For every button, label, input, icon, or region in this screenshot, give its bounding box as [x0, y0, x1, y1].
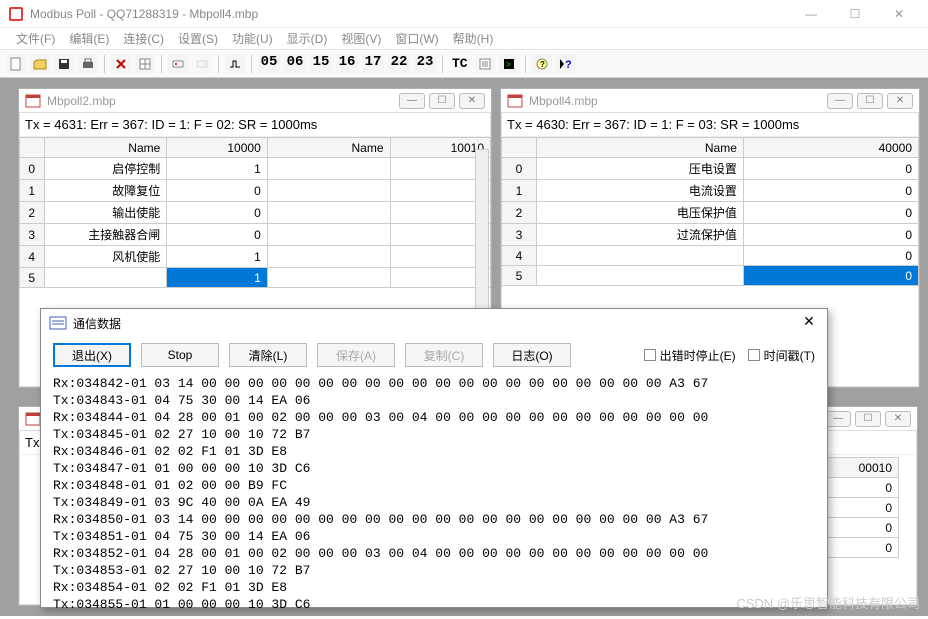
open-button[interactable]	[30, 54, 50, 74]
menu-connect[interactable]: 连接(C)	[117, 28, 170, 49]
fc-06-button[interactable]: 06	[284, 54, 306, 74]
stop-button[interactable]: Stop	[141, 343, 219, 367]
mdi-title: Mbpoll2.mbp	[47, 94, 399, 108]
svg-text:?: ?	[565, 59, 572, 71]
status-line: Tx = 4631: Err = 367: ID = 1: F = 02: SR…	[19, 113, 491, 137]
fc-23-button[interactable]: 23	[414, 54, 436, 74]
menu-window[interactable]: 窗口(W)	[389, 28, 444, 49]
status-line: Tx = 4630: Err = 367: ID = 1: F = 03: SR…	[501, 113, 919, 137]
menu-settings[interactable]: 设置(S)	[172, 28, 224, 49]
traffic-dialog: 通信数据 ✕ 退出(X) Stop 清除(L) 保存(A) 复制(C) 日志(O…	[40, 308, 828, 608]
menu-file[interactable]: 文件(F)	[10, 28, 61, 49]
toolbar: 05 06 15 16 17 22 23 TC > ? ?	[0, 50, 928, 78]
mdi-close-button[interactable]: ✕	[459, 93, 485, 109]
window-title: Modbus Poll - QQ71288319 - Mbpoll4.mbp	[30, 7, 790, 21]
mdi-min-button[interactable]: —	[827, 93, 853, 109]
doc-icon	[507, 94, 523, 108]
fc-15-button[interactable]: 15	[310, 54, 332, 74]
menu-view[interactable]: 视图(V)	[335, 28, 387, 49]
minimize-button[interactable]: —	[790, 2, 832, 26]
watermark: CSDN @乐思智能科技有限公司	[736, 593, 920, 612]
menu-edit[interactable]: 编辑(E)	[63, 28, 115, 49]
pulse-button[interactable]	[225, 54, 245, 74]
mdi-min-button[interactable]: —	[399, 93, 425, 109]
mdi-max-button[interactable]: ☐	[429, 93, 455, 109]
doc-icon	[25, 412, 41, 426]
stop-on-error-label: 出错时停止(E)	[660, 347, 736, 364]
svg-text:?: ?	[540, 60, 545, 69]
mdi-max-button[interactable]: ☐	[857, 93, 883, 109]
traffic-button[interactable]	[475, 54, 495, 74]
data-grid[interactable]: Name 40000 0压电设置01电流设置02电压保护值03过流保护值0405…	[501, 137, 919, 286]
fc-17-button[interactable]: 17	[362, 54, 384, 74]
close-button[interactable]: ✕	[878, 2, 920, 26]
maximize-button[interactable]: ☐	[834, 2, 876, 26]
svg-text:>: >	[506, 60, 511, 69]
mdi-min-button[interactable]: —	[825, 411, 851, 427]
new-button[interactable]	[6, 54, 26, 74]
clear-button[interactable]: 清除(L)	[229, 343, 307, 367]
title-bar: Modbus Poll - QQ71288319 - Mbpoll4.mbp —…	[0, 0, 928, 28]
delete-button[interactable]	[111, 54, 131, 74]
tc-button[interactable]: TC	[449, 56, 471, 71]
save-button[interactable]	[54, 54, 74, 74]
fc-16-button[interactable]: 16	[336, 54, 358, 74]
data-grid[interactable]: Name 10000 Name 10010 0启停控制101故障复位002输出使…	[19, 137, 491, 288]
grid-button[interactable]	[135, 54, 155, 74]
exit-button[interactable]: 退出(X)	[53, 343, 131, 367]
stop-on-error-checkbox[interactable]	[644, 349, 656, 361]
app-icon	[8, 6, 24, 22]
fc-22-button[interactable]: 22	[388, 54, 410, 74]
print-button[interactable]	[78, 54, 98, 74]
help-button[interactable]: ?	[556, 54, 576, 74]
timestamp-label: 时间戳(T)	[764, 347, 815, 364]
about-button[interactable]: ?	[532, 54, 552, 74]
timestamp-checkbox[interactable]	[748, 349, 760, 361]
mdi-close-button[interactable]: ✕	[885, 411, 911, 427]
doc-icon	[25, 94, 41, 108]
dialog-close-button[interactable]: ✕	[799, 313, 819, 333]
dialog-title: 通信数据	[73, 315, 799, 332]
disconnect-button[interactable]	[192, 54, 212, 74]
menu-help[interactable]: 帮助(H)	[447, 28, 500, 49]
mdi-title: Mbpoll4.mbp	[529, 94, 827, 108]
menu-function[interactable]: 功能(U)	[226, 28, 279, 49]
log-button[interactable]: 日志(O)	[493, 343, 571, 367]
copy-button[interactable]: 复制(C)	[405, 343, 483, 367]
traffic-icon	[49, 315, 67, 331]
mdi-max-button[interactable]: ☐	[855, 411, 881, 427]
menu-display[interactable]: 显示(D)	[281, 28, 334, 49]
terminal-button[interactable]: >	[499, 54, 519, 74]
traffic-log[interactable]: Rx:034842-01 03 14 00 00 00 00 00 00 00 …	[41, 373, 827, 619]
fc-05-button[interactable]: 05	[258, 54, 280, 74]
scrollbar[interactable]	[475, 149, 489, 329]
mdi-close-button[interactable]: ✕	[887, 93, 913, 109]
connect-button[interactable]	[168, 54, 188, 74]
menu-bar: 文件(F) 编辑(E) 连接(C) 设置(S) 功能(U) 显示(D) 视图(V…	[0, 28, 928, 50]
save-button[interactable]: 保存(A)	[317, 343, 395, 367]
